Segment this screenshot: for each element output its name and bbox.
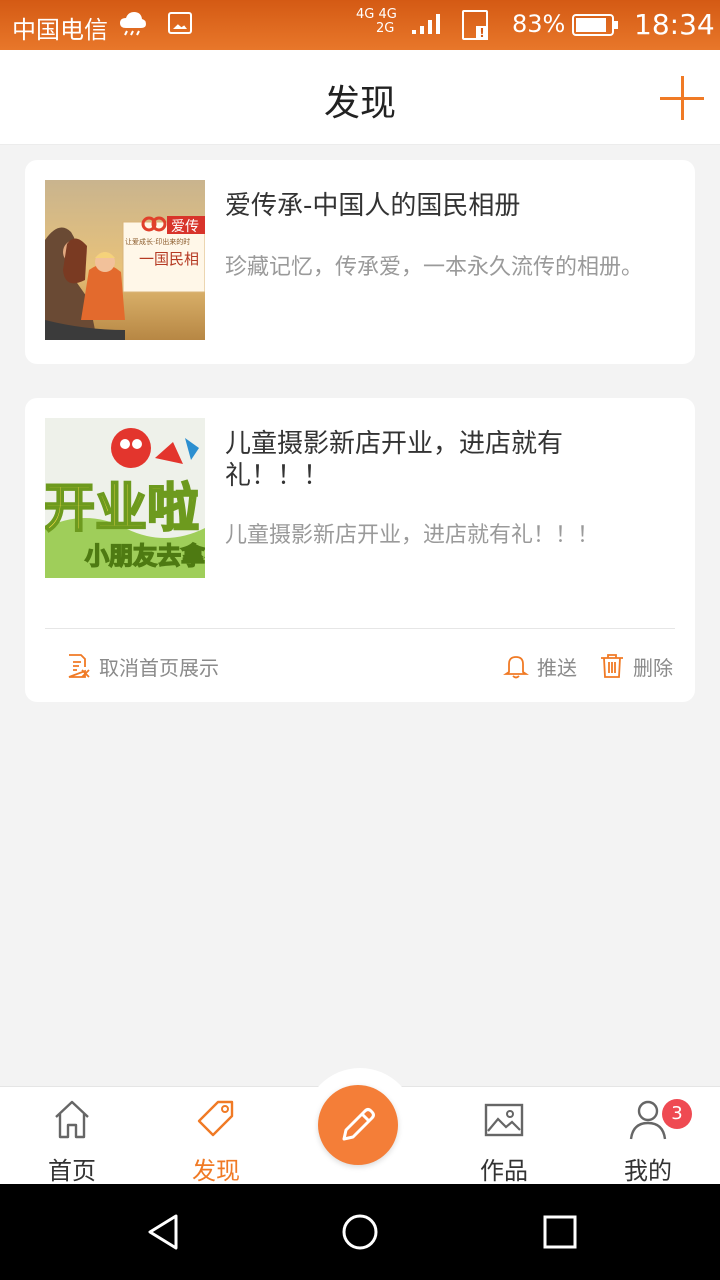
gallery-notification-icon <box>168 12 192 34</box>
carrier-name: 中国电信 <box>12 16 108 44</box>
status-bar: 中国电信 4G 4G 2G 83% 18:34 <box>0 0 720 50</box>
image-icon <box>484 1103 524 1137</box>
nav-discover-label: 发现 <box>192 1157 240 1185</box>
tag-icon <box>197 1100 234 1137</box>
system-navigation-bar <box>0 1184 720 1280</box>
thumb-sub-text: 小朋友去拿礼 <box>85 542 205 570</box>
thumb-main-text: 开业啦 <box>45 479 199 539</box>
card-thumbnail: 爱传 让爱成长·印出来的时 一国民相 <box>45 180 205 340</box>
battery-percent: 83% <box>512 10 566 38</box>
top-bar: 发现 <box>0 50 720 145</box>
nav-works-label: 作品 <box>480 1157 528 1185</box>
card-title: 爱传承-中国人的国民相册 <box>225 191 521 221</box>
weather-icon <box>118 10 148 42</box>
page-title: 发现 <box>323 83 396 124</box>
sim-icon <box>462 10 488 40</box>
battery-icon <box>572 14 618 36</box>
card-title: 儿童摄影新店开业，进店就有礼！！！ <box>225 429 564 491</box>
card-description: 珍藏记忆，传承爱，一本永久流传的相册。 <box>225 255 644 280</box>
card-thumbnail: 开业啦 小朋友去拿礼 <box>45 418 205 578</box>
nav-home-label: 首页 <box>48 1157 96 1185</box>
network-type: 4G 4G 2G <box>356 7 397 36</box>
pencil-icon <box>342 1108 375 1141</box>
plus-icon[interactable] <box>660 76 704 120</box>
document-cancel-icon <box>68 654 90 678</box>
cancel-home-display-label: 取消首页展示 <box>99 655 219 680</box>
back-icon[interactable] <box>144 1212 184 1252</box>
thumb-line-text: 一国民相 <box>139 250 199 268</box>
push-button[interactable]: 推送 <box>503 648 577 684</box>
list-item[interactable]: 爱传 让爱成长·印出来的时 一国民相 爱传承-中国人的国民相册 珍藏记忆，传承爱… <box>25 160 695 364</box>
nav-works[interactable]: 作品 <box>432 1087 576 1185</box>
delete-label: 删除 <box>633 655 673 680</box>
card-description: 儿童摄影新店开业，进店就有礼！！！ <box>225 523 600 548</box>
push-label: 推送 <box>537 655 577 680</box>
signal-icon <box>412 14 444 42</box>
divider <box>45 628 675 629</box>
home-circle-icon[interactable] <box>340 1212 380 1252</box>
cancel-home-display-button[interactable]: 取消首页展示 <box>65 648 219 684</box>
nav-home[interactable]: 首页 <box>0 1087 144 1185</box>
thumb-brand-text: 爱传 <box>171 219 199 235</box>
home-icon <box>55 1100 89 1139</box>
svg-text:让爱成长·印出来的时: 让爱成长·印出来的时 <box>125 237 190 246</box>
notification-badge: 3 <box>662 1099 692 1129</box>
delete-button[interactable]: 删除 <box>599 648 673 684</box>
recents-icon[interactable] <box>540 1212 580 1252</box>
nav-mine[interactable]: 3 我的 <box>576 1087 720 1185</box>
trash-icon <box>601 654 623 678</box>
compose-button[interactable] <box>318 1085 398 1165</box>
clock: 18:34 <box>634 8 715 41</box>
list-item[interactable]: 开业啦 小朋友去拿礼 儿童摄影新店开业，进店就有礼！！！ 儿童摄影新店开业，进店… <box>25 398 695 702</box>
nav-mine-label: 我的 <box>624 1157 672 1185</box>
bell-icon <box>503 656 529 679</box>
nav-discover[interactable]: 发现 <box>144 1087 288 1185</box>
